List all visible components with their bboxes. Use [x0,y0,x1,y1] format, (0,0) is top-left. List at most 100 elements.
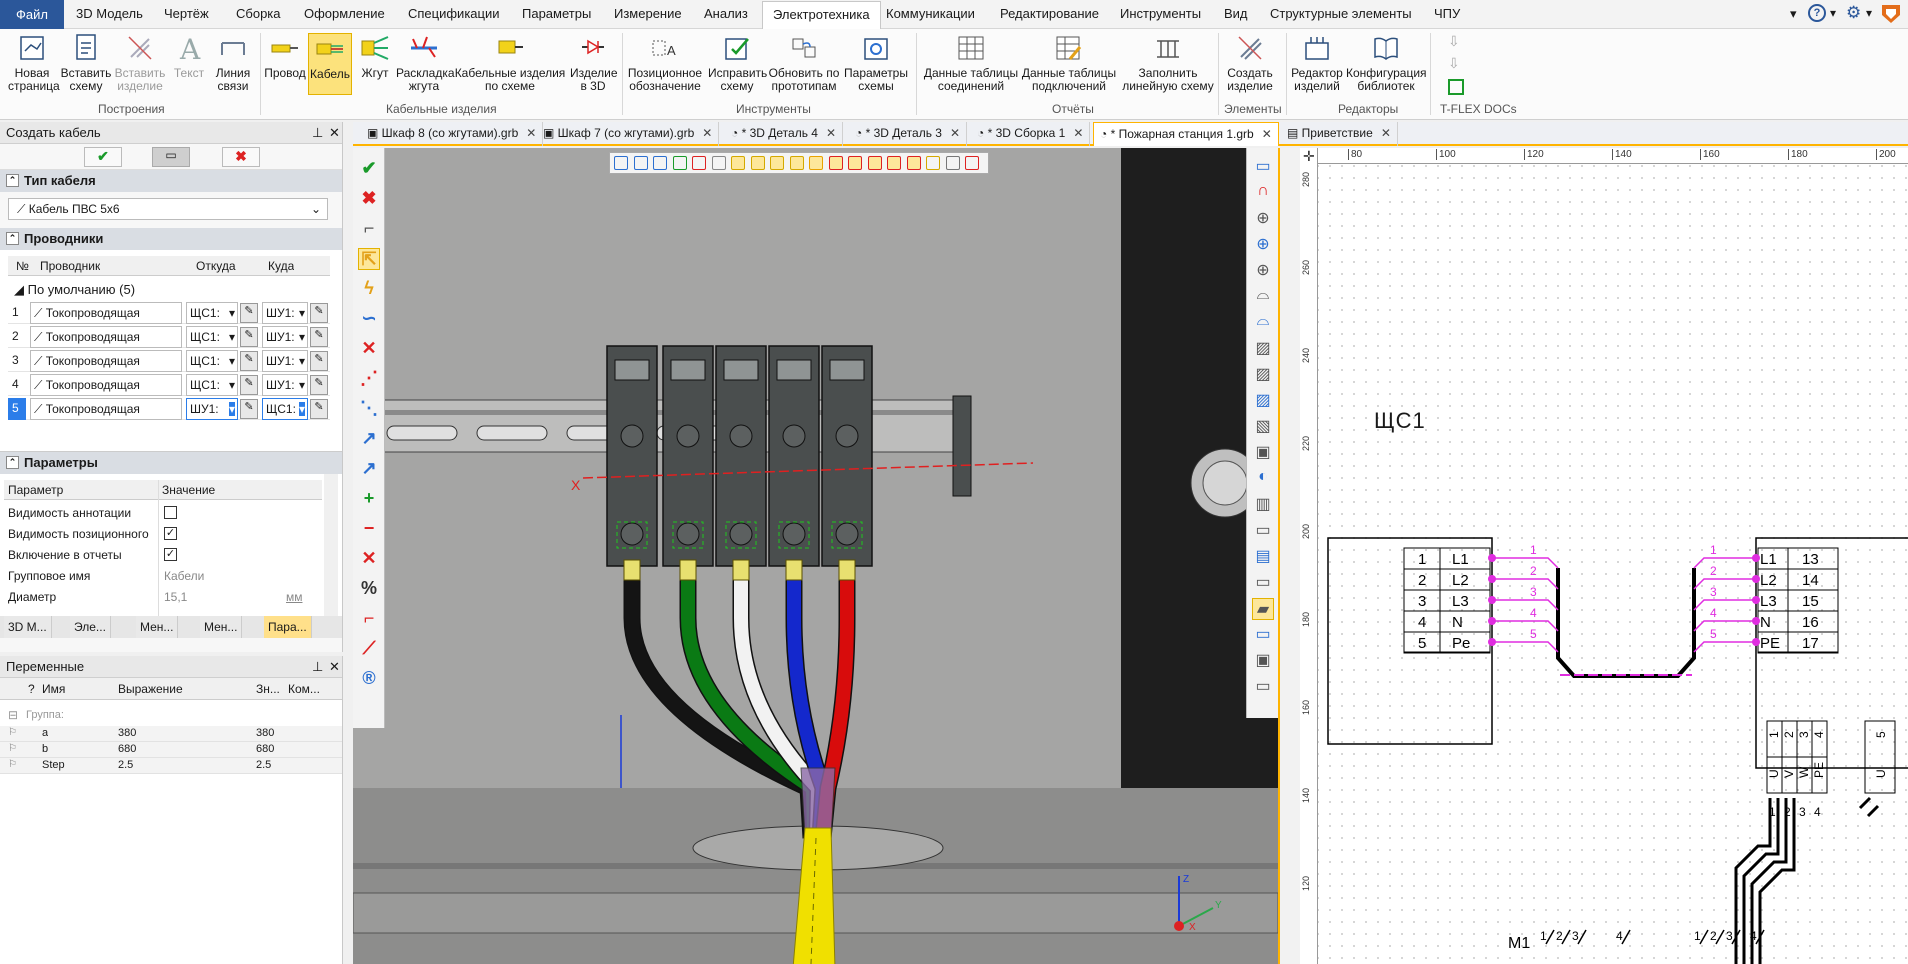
right-tool-icon[interactable]: ▭ [1252,520,1274,542]
left-tool-icon[interactable]: ϟ [358,278,380,300]
view-tool-icon[interactable] [945,156,960,170]
close-icon[interactable]: ✕ [702,126,712,140]
close-icon[interactable]: ✕ [329,659,340,675]
bottom-tab-3d-model[interactable]: 3D М... [4,616,52,638]
library-config-button[interactable]: Конфигурация библиотек [1346,33,1427,93]
view-tool-icon[interactable] [828,156,843,170]
right-tool-icon[interactable]: ▨ [1252,390,1274,412]
wire-to-select[interactable]: ШУ1: ▾ [262,326,308,348]
right-tool-icon[interactable]: ⌓ [1252,312,1274,334]
variable-expression[interactable]: 2.5 [118,759,133,771]
wire-from-select[interactable]: ЩС1: ▾ [186,326,238,348]
item-in-3d-button[interactable]: Изделие в 3D [570,33,618,93]
schematic-viewport[interactable]: ✛ 80 100 120 140 160 180 200 280 260 240 220 200 18… [1300,148,1908,964]
wire-line-right[interactable] [1693,620,1756,632]
menu-tools[interactable]: Инструменты [1120,6,1201,21]
annotation-visibility-checkbox[interactable] [164,506,177,519]
wire-row[interactable]: 4 ⟋ Токопроводящая ЩС1: ▾ ✎ ШУ1: ▾ ✎ [8,374,330,396]
wire-line-left[interactable] [1492,620,1559,632]
wire-row[interactable]: 5 ⟋ Токопроводящая ШУ1: ▾ ✎ ЩС1: ▾ ✎ [8,398,330,420]
scheme-params-button[interactable]: Параметры схемы [842,33,910,93]
split-divider[interactable] [1278,148,1300,964]
collapse-icon[interactable]: ⊟ [8,708,18,722]
wire-to-select[interactable]: ЩС1: ▾ [262,398,308,420]
wire-line-left[interactable] [1492,599,1559,611]
update-by-prototypes-button[interactable]: Обновить по прототипам [768,33,840,93]
items-editor-button[interactable]: Редактор изделий [1290,33,1344,93]
variable-row[interactable]: ⚐ Step 2.5 2.5 [0,758,342,774]
wire-row[interactable]: 3 ⟋ Токопроводящая ЩС1: ▾ ✎ ШУ1: ▾ ✎ [8,350,330,372]
menu-drawing[interactable]: Чертёж [164,6,209,21]
pin-icon[interactable]: ⊥ [312,125,323,141]
right-tool-icon[interactable]: ▭ [1252,624,1274,646]
close-icon[interactable]: ✕ [1381,126,1391,140]
wire-line-right[interactable] [1693,599,1756,611]
wire-from-select[interactable]: ЩС1: ▾ [186,302,238,324]
right-tool-icon[interactable]: ▰ [1252,598,1274,620]
wire-row[interactable]: 1 ⟋ Токопроводящая ЩС1: ▾ ✎ ШУ1: ▾ ✎ [8,302,330,324]
section-wires[interactable]: ⌃ Проводники [0,228,342,250]
right-tool-icon[interactable]: ⊕ [1252,260,1274,282]
close-icon[interactable]: ✕ [329,125,340,141]
left-tool-icon[interactable]: % [358,578,380,600]
view-tool-icon[interactable] [672,156,687,170]
view-tool-icon[interactable] [965,156,979,170]
pick-to-icon[interactable]: ✎ [310,351,328,371]
right-tool-icon[interactable]: ▨ [1252,338,1274,360]
doc-tab[interactable]: ▣ Шкаф 8 (со жгутами).grb ✕ [361,122,544,146]
connections-table-button[interactable]: Данные таблицы соединений [920,33,1022,93]
wire-line-right[interactable] [1693,578,1756,590]
fix-scheme-button[interactable]: Исправить схему [708,33,767,93]
menu-editing[interactable]: Редактирование [1000,6,1099,21]
close-icon[interactable]: ✕ [826,126,836,140]
bottom-tab-menu-1[interactable]: Мен... [136,616,179,638]
view-tool-icon[interactable] [789,156,804,170]
doc-tab-active[interactable]: ◔ * Пожарная станция 1.grb ✕ [1093,122,1279,146]
right-tool-icon[interactable]: ⊕ [1252,208,1274,230]
insert-scheme-button[interactable]: Вставить схему [60,33,112,93]
pick-to-icon[interactable]: ✎ [310,327,328,347]
left-tool-icon[interactable]: ✖ [358,188,380,210]
docs-icon-1[interactable]: ⇩ [1448,33,1466,51]
pick-from-icon[interactable]: ✎ [240,375,258,395]
menu-specifications[interactable]: Спецификации [408,6,500,21]
left-tool-icon[interactable]: ✕ [358,548,380,570]
wire-from-select[interactable]: ШУ1: ▾ [186,398,238,420]
wire-type-select[interactable]: ⟋ Токопроводящая [30,350,182,372]
cable-button[interactable]: Кабель [308,33,352,95]
section-params[interactable]: ⌃ Параметры [0,452,342,474]
wire-to-select[interactable]: ШУ1: ▾ [262,374,308,396]
wire-row[interactable]: 2 ⟋ Токопроводящая ЩС1: ▾ ✎ ШУ1: ▾ ✎ [8,326,330,348]
section-cable-type[interactable]: ⌃ Тип кабеля [0,170,342,192]
bottom-tab-params[interactable]: Пара... [264,616,312,638]
collapse-icon[interactable]: ⌃ [6,456,19,469]
menu-cnc[interactable]: ЧПУ [1434,6,1460,21]
wire-type-select[interactable]: ⟋ Токопроводящая [30,302,182,324]
docs-icon-3[interactable] [1448,79,1464,95]
view-tool-icon[interactable] [848,156,862,170]
view-tool-icon[interactable] [809,156,823,170]
right-tool-icon[interactable]: ▣ [1252,442,1274,464]
collapse-icon[interactable]: ⌃ [6,174,19,187]
cancel-button[interactable]: ✖ [222,147,260,167]
left-tool-icon[interactable]: ⌐ [358,608,380,630]
wires-group-row[interactable]: ◢ По умолчанию (5) [14,282,135,298]
insert-item-button[interactable]: Вставить изделие [114,33,166,93]
right-tool-icon[interactable]: ▨ [1252,364,1274,386]
help-dropdown-icon[interactable]: ▾ [1830,6,1836,20]
right-tool-icon[interactable]: ▤ [1252,546,1274,568]
wire-type-select[interactable]: ⟋ Токопроводящая [30,326,182,348]
harness-button[interactable]: Жгут [356,33,394,80]
create-item-button[interactable]: Создать изделие [1222,33,1278,93]
menu-electrotechnics[interactable]: Электротехника [762,1,881,30]
left-tool-icon[interactable]: + [358,488,380,510]
doc-tab[interactable]: ◔ * 3D Деталь 4 ✕ [725,122,844,146]
collapse-ribbon-icon[interactable]: ▾ [1790,6,1797,22]
help-icon[interactable]: ? [1808,4,1826,22]
include-reports-checkbox[interactable]: ✓ [164,548,177,561]
menu-assembly[interactable]: Сборка [236,6,281,21]
close-icon[interactable]: ✕ [1073,126,1083,140]
position-designation-button[interactable]: A Позиционное обозначение [626,33,704,93]
menu-file[interactable]: Файл [0,0,64,29]
left-tool-icon[interactable]: ⋰ [358,368,380,390]
